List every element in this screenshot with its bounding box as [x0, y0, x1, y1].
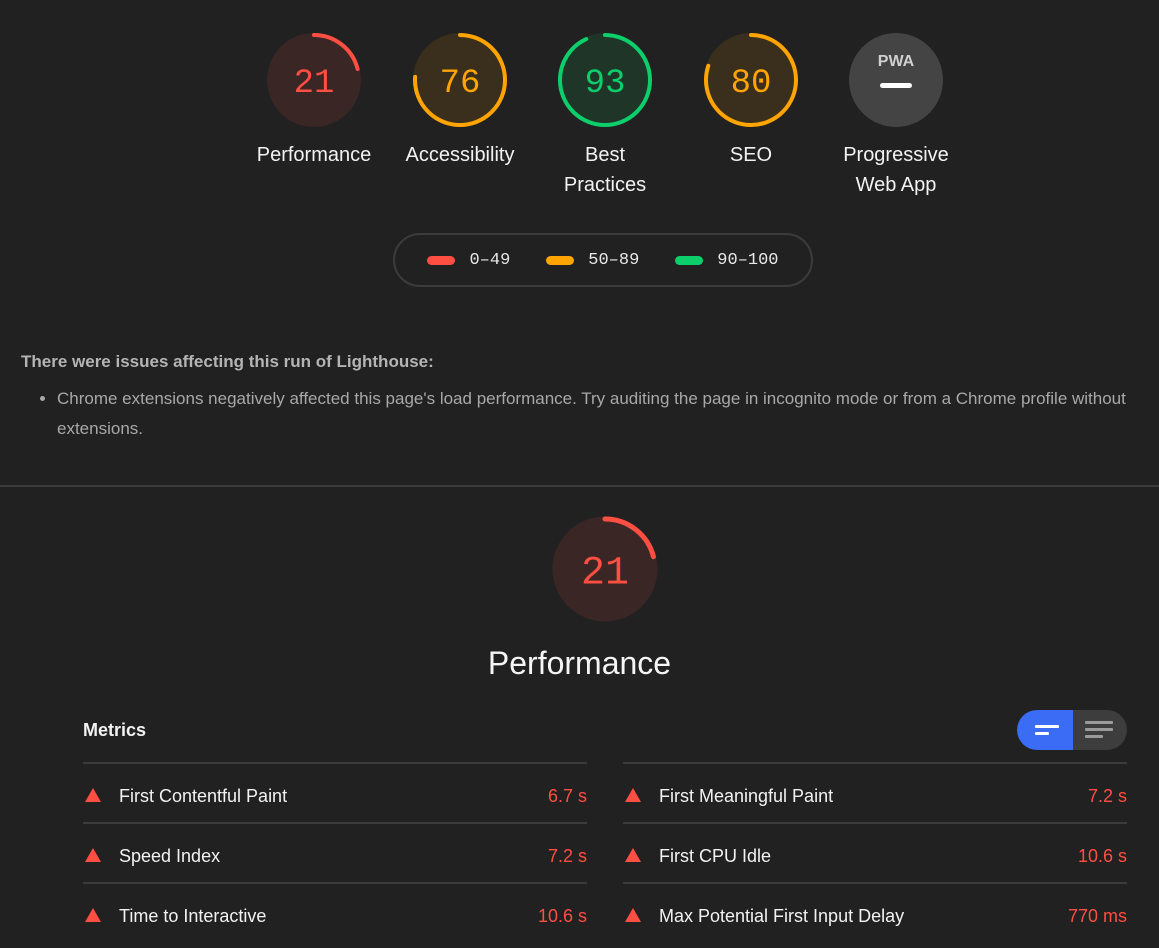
- metric-name: Time to Interactive: [119, 906, 267, 926]
- performance-gauge: 21: [550, 514, 660, 624]
- metric-row: First Meaningful Paint 7.2 s: [623, 762, 1127, 822]
- gauge-label: Best Practices: [563, 144, 647, 196]
- metric-name: Max Potential First Input Delay: [659, 906, 905, 926]
- fail-triangle-icon: [625, 788, 641, 802]
- legend-item-fail: 0–49: [427, 251, 510, 270]
- metrics-column-right: First Meaningful Paint 7.2 s First CPU I…: [623, 762, 1127, 942]
- metric-name: Speed Index: [119, 846, 221, 866]
- fail-triangle-icon: [625, 908, 641, 922]
- metric-name: First Meaningful Paint: [659, 786, 834, 806]
- fail-triangle-icon: [85, 908, 101, 922]
- gauge-best-practices-ring: 93: [558, 33, 652, 127]
- gauge-performance-ring: 21: [267, 33, 361, 127]
- gauge-seo[interactable]: 80 SEO: [681, 30, 821, 170]
- metric-value: 10.6 s: [537, 906, 587, 926]
- legend-swatch-fail: [427, 255, 456, 265]
- gauge-pwa-ring: PWA: [849, 33, 943, 127]
- gauge-label: Progressive Web App: [843, 144, 949, 196]
- legend-range: 90–100: [717, 250, 779, 270]
- gauge-score: 21: [581, 551, 629, 596]
- warnings-list: Chrome extensions negatively affected th…: [21, 384, 1146, 444]
- gauge-label: Performance: [256, 144, 372, 166]
- metric-row: First CPU Idle 10.6 s: [623, 822, 1127, 882]
- gauge-accessibility-ring: 76: [413, 33, 507, 127]
- performance-gauge-ring: 21: [552, 516, 658, 622]
- metric-value: 7.2 s: [1087, 786, 1127, 806]
- pwa-dash-icon: [880, 83, 912, 88]
- gauge-pwa[interactable]: PWA Progressive Web App: [826, 30, 966, 200]
- gauge-score: 80: [731, 65, 772, 103]
- metric-row: Max Potential First Input Delay 770 ms: [623, 882, 1127, 942]
- metric-row: Speed Index 7.2 s: [83, 822, 587, 882]
- pwa-badge-icon: PWA: [878, 53, 915, 70]
- gauge-best-practices[interactable]: 93 Best Practices: [535, 30, 675, 200]
- metric-value: 770 ms: [1067, 906, 1127, 926]
- metrics-expanded-view-button[interactable]: [1073, 710, 1127, 750]
- metric-row: Time to Interactive 10.6 s: [83, 882, 587, 942]
- section-divider: [0, 485, 1159, 487]
- metric-value: 10.6 s: [1077, 846, 1127, 866]
- gauge-score: 93: [585, 65, 626, 103]
- metrics-header: Metrics: [83, 710, 1127, 752]
- gauge-accessibility[interactable]: 76 Accessibility: [390, 30, 530, 170]
- metric-name: First Contentful Paint: [119, 786, 288, 806]
- metric-name: First CPU Idle: [659, 846, 772, 866]
- gauge-label: SEO: [729, 144, 773, 166]
- category-gauges: 21 Performance 76 Accessibility 93 Best …: [0, 30, 1159, 210]
- score-legend: 0–49 50–89 90–100: [393, 233, 813, 287]
- gauge-label: Accessibility: [405, 144, 515, 166]
- metrics-column-left: First Contentful Paint 6.7 s Speed Index…: [83, 762, 587, 942]
- fail-triangle-icon: [85, 848, 101, 862]
- legend-range: 0–49: [469, 250, 511, 270]
- metric-row: First Contentful Paint 6.7 s: [83, 762, 587, 822]
- gauge-score: 21: [294, 65, 335, 103]
- legend-swatch-average: [546, 255, 575, 265]
- fail-triangle-icon: [625, 848, 641, 862]
- legend-item-average: 50–89: [546, 251, 639, 270]
- gauge-seo-ring: 80: [704, 33, 798, 127]
- performance-title: Performance: [487, 645, 672, 681]
- gauge-score: 76: [440, 65, 481, 103]
- gauge-background: [849, 33, 943, 127]
- legend-item-pass: 90–100: [675, 250, 779, 270]
- run-warnings: There were issues affecting this run of …: [21, 352, 1146, 444]
- metric-value: 6.7 s: [547, 786, 587, 806]
- metrics-title: Metrics: [83, 720, 147, 740]
- legend-swatch-pass: [675, 255, 704, 265]
- warnings-title: There were issues affecting this run of …: [21, 352, 434, 371]
- metrics-view-toggle[interactable]: [1017, 710, 1127, 750]
- warning-item: Chrome extensions negatively affected th…: [57, 384, 1146, 444]
- fail-triangle-icon: [85, 788, 101, 802]
- metric-value: 7.2 s: [547, 846, 587, 866]
- metrics-compact-view-button[interactable]: [1017, 710, 1073, 750]
- gauge-performance[interactable]: 21 Performance: [244, 30, 384, 170]
- legend-range: 50–89: [588, 250, 640, 270]
